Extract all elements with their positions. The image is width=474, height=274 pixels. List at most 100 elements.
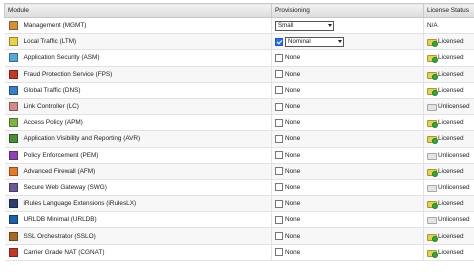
module-icon	[9, 167, 18, 176]
table-row: Link Controller (LC) NoneUnlicensed	[5, 98, 474, 114]
module-name: Access Policy (APM)	[24, 119, 83, 126]
provisioning-cell: Small	[272, 18, 424, 34]
module-cell: Local Traffic (LTM)	[5, 34, 272, 50]
module-icon	[9, 232, 18, 241]
provision-level-label: None	[285, 71, 300, 78]
provisioning-table: Module Provisioning License Status Manag…	[4, 3, 474, 261]
table-row: Fraud Protection Service (FPS)NoneLicens…	[5, 66, 474, 82]
provision-checkbox[interactable]	[275, 86, 283, 94]
provision-checkbox[interactable]	[275, 232, 283, 240]
module-icon	[9, 86, 18, 95]
provisioning-cell: None	[272, 115, 424, 131]
module-entry: Local Traffic (LTM)	[8, 37, 272, 46]
provisioning-cell: None	[272, 82, 424, 98]
module-entry: iRules Language Extensions (iRulesLX)	[8, 199, 272, 208]
provision-level-label: None	[285, 200, 300, 207]
provision-checkbox[interactable]	[275, 135, 283, 143]
module-icon	[9, 248, 18, 257]
license-status-cell: Unlicensed	[424, 147, 474, 163]
license-status-text: Licensed	[438, 135, 464, 142]
provision-checkbox[interactable]	[275, 38, 283, 46]
provisioning-cell: None	[272, 131, 424, 147]
provision-checkbox[interactable]	[275, 183, 283, 191]
module-icon	[9, 53, 18, 62]
provision-level-select[interactable]: Nominal	[285, 37, 344, 47]
provisioning-cell: None	[272, 98, 424, 114]
license-status-cell: Licensed	[424, 163, 474, 179]
provisioning-control: None	[275, 200, 423, 208]
license-status-text: N/A	[427, 22, 438, 29]
provision-checkbox[interactable]	[275, 216, 283, 224]
provisioning-control: None	[275, 86, 423, 94]
table-row: Advanced Firewall (AFM) None Licensed	[5, 163, 474, 179]
module-name: Local Traffic (LTM)	[24, 38, 77, 45]
license-status-text: Licensed	[438, 233, 464, 240]
licensed-key-icon	[427, 249, 436, 256]
module-column-header[interactable]: Module	[5, 4, 272, 18]
module-name: Management (MGMT)	[24, 22, 87, 29]
provision-checkbox[interactable]	[275, 103, 283, 111]
provision-checkbox[interactable]	[275, 54, 283, 62]
license-status-text: Licensed	[438, 119, 464, 126]
provision-checkbox[interactable]	[275, 167, 283, 175]
unlicensed-key-icon	[427, 216, 436, 223]
provision-checkbox[interactable]	[275, 200, 283, 208]
module-name: SSL Orchestrator (SSLO)	[24, 233, 96, 240]
provisioning-control: None	[275, 151, 423, 159]
license-status: Licensed	[427, 71, 474, 78]
module-cell: Access Policy (APM)	[5, 115, 272, 131]
module-icon	[9, 215, 18, 224]
license-status-cell: Licensed	[424, 66, 474, 82]
license-status-text: Licensed	[438, 168, 464, 175]
table-row: Carrier Grade NAT (CGNAT)NoneLicensed	[5, 244, 474, 260]
provisioning-column-header[interactable]: Provisioning	[272, 4, 424, 18]
provision-level-label: None	[285, 135, 300, 142]
provision-level-label: None	[285, 184, 300, 191]
license-status-column-header[interactable]: License Status	[424, 4, 474, 18]
license-status: Licensed	[427, 38, 474, 45]
module-entry: Secure Web Gateway (SWG)	[8, 183, 272, 192]
table-row: Application Visibility and Reporting (AV…	[5, 131, 474, 147]
license-status-text: Licensed	[438, 87, 464, 94]
provision-level-label: None	[285, 233, 300, 240]
module-entry: Link Controller (LC)	[8, 102, 272, 111]
module-cell: iRules Language Extensions (iRulesLX)	[5, 196, 272, 212]
module-name: Advanced Firewall (AFM)	[24, 168, 96, 175]
provisioning-control: None	[275, 216, 423, 224]
license-status-text: Unlicensed	[438, 216, 470, 223]
provisioning-control: None	[275, 167, 423, 175]
license-status-cell: Licensed	[424, 131, 474, 147]
module-icon	[9, 199, 18, 208]
provision-level-label: None	[285, 249, 300, 256]
provision-checkbox[interactable]	[275, 119, 283, 127]
license-status: Licensed	[427, 135, 474, 142]
module-cell: URLDB Minimal (URLDB)	[5, 212, 272, 228]
module-icon	[9, 102, 18, 111]
table-row: Application Security (ASM)NoneLicensed	[5, 50, 474, 66]
license-status: Unlicensed	[427, 152, 474, 159]
provisioning-control: None	[275, 54, 423, 62]
provision-level-value: Nominal	[288, 38, 311, 45]
provision-checkbox[interactable]	[275, 70, 283, 78]
table-row: URLDB Minimal (URLDB)None Unlicensed	[5, 212, 474, 228]
module-icon	[9, 134, 18, 143]
provisioning-cell: None	[272, 147, 424, 163]
table-row: Secure Web Gateway (SWG) None Unlicensed	[5, 179, 474, 195]
module-name: Secure Web Gateway (SWG)	[24, 184, 107, 191]
provision-checkbox[interactable]	[275, 151, 283, 159]
license-status-cell: Unlicensed	[424, 179, 474, 195]
license-status: Unlicensed	[427, 103, 474, 110]
provisioning-cell: None	[272, 66, 424, 82]
license-status: Licensed	[427, 54, 474, 61]
licensed-key-icon	[427, 71, 436, 78]
module-icon	[9, 70, 18, 79]
module-entry: URLDB Minimal (URLDB)	[8, 215, 272, 224]
module-name: Carrier Grade NAT (CGNAT)	[24, 249, 105, 256]
unlicensed-key-icon	[427, 184, 436, 191]
provision-checkbox[interactable]	[275, 248, 283, 256]
license-status: Licensed	[427, 119, 474, 126]
provision-level-select[interactable]: Small	[275, 21, 334, 31]
module-name: Link Controller (LC)	[24, 103, 79, 110]
licensed-key-icon	[427, 54, 436, 61]
module-entry: Advanced Firewall (AFM)	[8, 167, 272, 176]
